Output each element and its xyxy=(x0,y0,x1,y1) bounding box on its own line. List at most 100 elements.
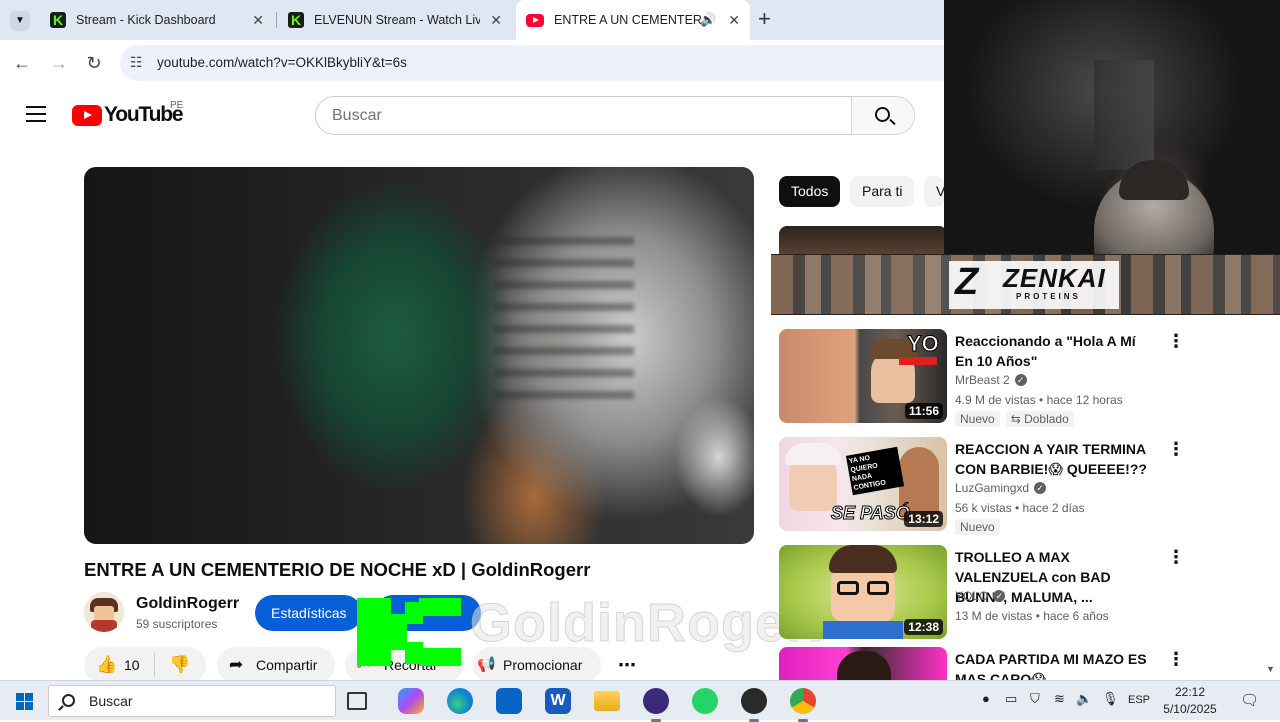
task-view-icon[interactable] xyxy=(347,692,367,710)
reload-icon[interactable]: ↻ xyxy=(81,50,107,76)
app-icon[interactable] xyxy=(741,688,767,722)
sponsor-logo-mark: Z xyxy=(955,261,979,303)
chip-partial[interactable]: V xyxy=(924,176,944,207)
rec-meta: 56 k vistas • hace 2 días xyxy=(955,501,1085,515)
browser-tab-strip: ▼ Stream - Kick Dashboard ✕ ELVENUN Stre… xyxy=(0,0,944,40)
taskbar-clock[interactable]: 22:12 5/10/2025 xyxy=(1150,684,1230,718)
rec-channel[interactable]: MrBeast 2 xyxy=(955,373,1010,387)
site-settings-icon[interactable]: ☷ xyxy=(130,54,143,71)
share-icon: ➦ xyxy=(229,655,244,674)
whatsapp-icon[interactable] xyxy=(692,688,718,714)
tab-youtube-video[interactable]: ENTRE A UN CEMENTERIO D 🔊 ✕ xyxy=(516,0,750,40)
outlook-icon[interactable] xyxy=(496,688,522,714)
new-tab-button[interactable]: + xyxy=(758,6,771,32)
share-button[interactable]: ➦ Compartir xyxy=(217,647,335,683)
scroll-down-arrow[interactable]: ▼ xyxy=(1266,664,1275,674)
tab-kick-dashboard[interactable]: Stream - Kick Dashboard ✕ xyxy=(40,0,274,40)
windows-start-icon[interactable] xyxy=(16,693,33,710)
tab-separator xyxy=(276,12,277,28)
more-vert-icon[interactable]: ⋮ xyxy=(1167,331,1185,352)
video-duration: 11:56 xyxy=(904,403,943,419)
thumbs-down-icon[interactable]: 👎 xyxy=(169,647,190,683)
more-vert-icon[interactable]: ⋮ xyxy=(1167,649,1185,670)
search-input[interactable]: Buscar xyxy=(315,96,852,135)
thumbnail-text: SE PASÓ xyxy=(831,503,911,524)
video-thumbnail[interactable]: YA NO QUIERO NADA CONTIGO SE PASÓ 13:12 xyxy=(779,437,947,531)
address-bar-row: ← → ↻ ☷ youtube.com/watch?v=OKKlBkybliY&… xyxy=(0,40,944,86)
rec-title[interactable]: CADA PARTIDA MI MAZO ES MAS CARO😱 xyxy=(955,649,1155,680)
chrome-icon[interactable] xyxy=(790,688,816,722)
chip-todos[interactable]: Todos xyxy=(779,176,841,207)
tab-elvenun-stream[interactable]: ELVENUN Stream - Watch Live o ✕ xyxy=(278,0,512,40)
file-explorer-icon[interactable] xyxy=(594,691,620,711)
streamer-webcam-overlay xyxy=(944,0,1280,254)
stats-button[interactable]: Estadísticas xyxy=(255,595,363,631)
shield-icon[interactable]: ⛉ xyxy=(1030,691,1040,707)
tab-title: ENTRE A UN CEMENTERIO D xyxy=(554,13,702,27)
word-icon[interactable]: W xyxy=(545,688,571,714)
chip-para-ti[interactable]: Para ti xyxy=(850,176,915,207)
video-thumbnail[interactable]: YO 11:56 xyxy=(779,329,947,423)
rec-channel[interactable]: LuzGamingxd xyxy=(955,481,1029,495)
tab-title: Stream - Kick Dashboard xyxy=(76,13,216,27)
edge-icon[interactable] xyxy=(447,688,473,714)
channel-avatar[interactable] xyxy=(84,592,124,632)
copilot-icon[interactable] xyxy=(398,688,424,714)
tab-search-dropdown[interactable]: ▼ xyxy=(10,11,30,31)
recommended-video[interactable]: YO 11:56 Reaccionando a "Hola A Mí En 10… xyxy=(779,329,1199,427)
kick-logo-overlay xyxy=(357,598,461,666)
kick-icon xyxy=(50,12,66,28)
verified-icon: ✓ xyxy=(1014,374,1027,386)
more-vert-icon[interactable]: ⋮ xyxy=(1167,547,1185,568)
video-thumbnail[interactable]: 12:38 xyxy=(779,545,947,639)
omnibox[interactable]: ☷ youtube.com/watch?v=OKKlBkybliY&t=6s xyxy=(120,45,944,81)
rec-meta: 4.9 M de vistas • hace 12 horas xyxy=(955,393,1123,407)
close-tab-icon[interactable]: ✕ xyxy=(728,12,740,29)
battery-icon[interactable]: ▭ xyxy=(1005,691,1017,707)
youtube-logo[interactable]: YouTube PE xyxy=(72,100,184,128)
volume-icon[interactable]: 🔈 xyxy=(1076,691,1092,707)
sponsor-brand: ZENKAI xyxy=(1003,263,1106,293)
search-button[interactable] xyxy=(851,96,915,135)
language-indicator[interactable]: ESP xyxy=(1128,694,1150,706)
new-badge: Nuevo xyxy=(955,519,1000,535)
search-icon xyxy=(62,694,75,707)
recommended-video[interactable]: 12:38 TROLLEO A MAX VALENZUELA con BAD B… xyxy=(779,545,1199,641)
channel-name[interactable]: GoldinRogerr xyxy=(136,595,239,613)
partial-thumbnail[interactable] xyxy=(779,226,947,254)
forward-arrow-icon[interactable]: → xyxy=(46,50,72,76)
video-duration: 13:12 xyxy=(904,511,943,527)
obs-icon[interactable] xyxy=(643,688,669,722)
rec-title[interactable]: REACCION A YAIR TERMINA CON BARBIE!😱 QUE… xyxy=(955,439,1155,479)
youtube-icon xyxy=(526,13,544,27)
like-count[interactable]: 10 xyxy=(124,647,140,683)
video-frame-detail xyxy=(494,237,634,407)
kick-icon xyxy=(288,12,304,28)
more-vert-icon[interactable]: ⋮ xyxy=(1167,439,1185,460)
taskbar-search[interactable]: Buscar xyxy=(48,685,336,717)
video-player[interactable] xyxy=(84,167,754,544)
sponsor-banner-overlay: Z ZENKAI PROTEINS xyxy=(771,254,1280,315)
thumbs-up-icon[interactable]: 👍 xyxy=(96,647,117,683)
back-arrow-icon[interactable]: ← xyxy=(9,50,35,76)
notifications-icon[interactable]: 🗨 xyxy=(1240,691,1259,709)
url-text[interactable]: youtube.com/watch?v=OKKlBkybliY&t=6s xyxy=(157,55,407,70)
rec-title[interactable]: Reaccionando a "Hola A Mí En 10 Años" xyxy=(955,331,1155,371)
rec-channel[interactable]: YOLO xyxy=(955,589,988,603)
microphone-icon[interactable]: 🎙 xyxy=(1102,691,1119,707)
close-tab-icon[interactable]: ✕ xyxy=(490,12,502,29)
tray-app-icon[interactable]: ● xyxy=(982,691,990,706)
rec-meta: 13 M de vistas • hace 6 años xyxy=(955,609,1109,623)
video-thumbnail[interactable] xyxy=(779,647,947,680)
wifi-icon[interactable]: ≋ xyxy=(1054,691,1065,707)
speaker-icon[interactable]: 🔊 xyxy=(700,12,716,28)
recommended-video[interactable]: CADA PARTIDA MI MAZO ES MAS CARO😱 ⋮ xyxy=(779,647,1199,680)
recommended-video[interactable]: YA NO QUIERO NADA CONTIGO SE PASÓ 13:12 … xyxy=(779,437,1199,535)
clock-date: 5/10/2025 xyxy=(1163,702,1217,716)
dubbed-icon: ⇆ xyxy=(1010,412,1025,426)
like-dislike-group: 👍 10 👎 xyxy=(84,647,206,683)
close-tab-icon[interactable]: ✕ xyxy=(252,12,264,29)
share-label: Compartir xyxy=(256,657,318,673)
menu-icon[interactable] xyxy=(26,106,46,122)
windows-taskbar: Buscar W ● ▭ ⛉ ≋ 🔈 🎙 ESP 22:12 5/10/2025… xyxy=(0,680,1280,722)
